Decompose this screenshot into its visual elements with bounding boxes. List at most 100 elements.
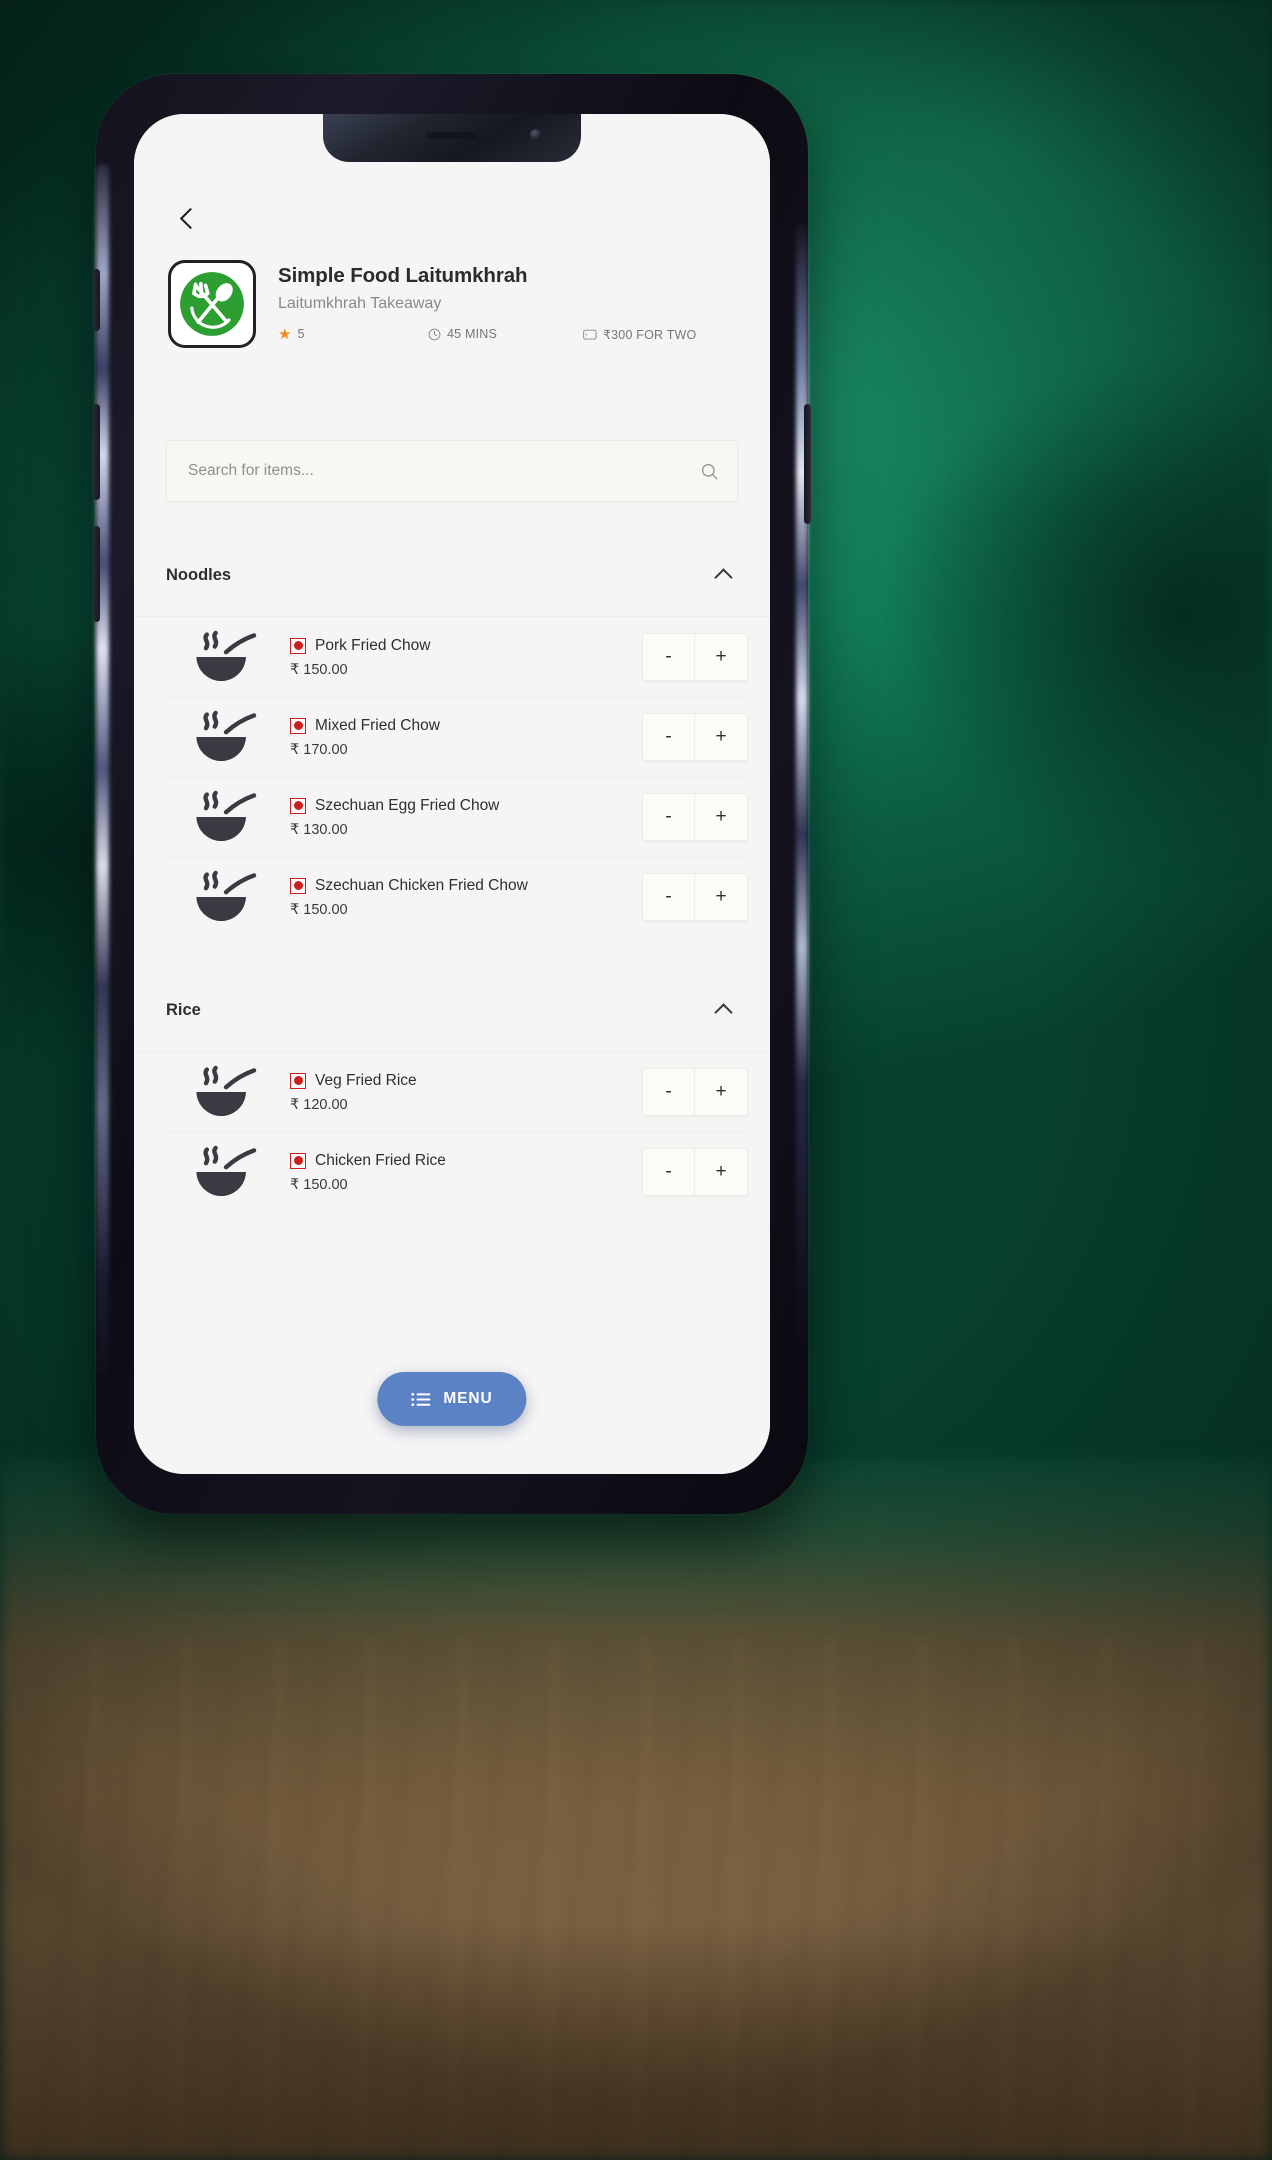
noodle-bowl-icon bbox=[196, 870, 257, 921]
wallet-icon bbox=[583, 329, 597, 340]
menu-fab-label: MENU bbox=[443, 1390, 493, 1407]
search-section bbox=[134, 348, 770, 502]
item-name: Veg Fried Rice bbox=[315, 1071, 417, 1089]
quantity-stepper[interactable]: - + bbox=[642, 1068, 748, 1116]
quantity-stepper[interactable]: - + bbox=[642, 793, 748, 841]
decrease-quantity-button[interactable]: - bbox=[643, 1149, 695, 1195]
restaurant-name: Simple Food Laitumkhrah bbox=[278, 264, 528, 287]
clock-icon bbox=[428, 328, 441, 340]
decrease-quantity-button[interactable]: - bbox=[643, 874, 695, 920]
menu-item-row[interactable]: Mixed Fried Chow ₹ 170.00 - + bbox=[134, 697, 770, 777]
increase-quantity-button[interactable]: + bbox=[695, 1149, 747, 1195]
screenshot-scene: Simple Food Laitumkhrah Laitumkhrah Take… bbox=[0, 0, 1272, 2160]
phone-device-frame: Simple Food Laitumkhrah Laitumkhrah Take… bbox=[93, 74, 811, 1514]
category-header-noodles[interactable]: Noodles bbox=[134, 502, 770, 592]
non-veg-icon bbox=[290, 877, 306, 894]
phone-button-volume-down bbox=[93, 526, 100, 622]
increase-quantity-button[interactable]: + bbox=[695, 634, 747, 680]
item-thumbnail bbox=[166, 708, 286, 766]
cost-for-two-value: ₹300 FOR TWO bbox=[603, 327, 697, 342]
item-name: Szechuan Egg Fried Chow bbox=[315, 796, 500, 814]
phone-button-power bbox=[804, 404, 811, 524]
item-thumbnail bbox=[166, 868, 286, 926]
phone-edge-highlight-right bbox=[796, 224, 808, 1354]
quantity-stepper[interactable]: - + bbox=[642, 713, 748, 761]
restaurant-header: Simple Food Laitumkhrah Laitumkhrah Take… bbox=[134, 238, 770, 348]
phone-edge-highlight-left bbox=[96, 164, 109, 1374]
menu-item-row[interactable]: Chicken Fried Rice ₹ 150.00 - + bbox=[134, 1132, 770, 1212]
noodle-bowl-icon bbox=[196, 1145, 257, 1196]
category-title: Noodles bbox=[166, 565, 232, 584]
item-name-row: Chicken Fried Rice bbox=[290, 1152, 632, 1170]
phone-button-silent bbox=[93, 269, 100, 331]
item-name: Chicken Fried Rice bbox=[315, 1151, 446, 1169]
search-input[interactable] bbox=[167, 462, 681, 480]
item-info: Mixed Fried Chow ₹ 170.00 bbox=[286, 717, 632, 758]
non-veg-icon bbox=[290, 637, 306, 654]
restaurant-subtitle: Laitumkhrah Takeaway bbox=[278, 294, 442, 312]
restaurant-logo bbox=[168, 260, 256, 348]
item-price: ₹ 170.00 bbox=[290, 741, 348, 758]
item-price: ₹ 150.00 bbox=[290, 1176, 348, 1193]
quantity-stepper[interactable]: - + bbox=[642, 633, 748, 681]
stat-rating: ★ 5 bbox=[278, 327, 428, 342]
item-thumbnail bbox=[166, 1143, 286, 1201]
non-veg-icon bbox=[290, 1152, 306, 1169]
item-name-row: Mixed Fried Chow bbox=[290, 717, 632, 735]
increase-quantity-button[interactable]: + bbox=[695, 874, 747, 920]
item-name: Mixed Fried Chow bbox=[315, 716, 440, 734]
non-veg-icon bbox=[290, 1072, 306, 1089]
menu-fab-button[interactable]: MENU bbox=[377, 1372, 527, 1426]
item-thumbnail bbox=[166, 1063, 286, 1121]
item-thumbnail bbox=[166, 628, 286, 686]
phone-notch bbox=[323, 114, 581, 162]
item-info: Szechuan Egg Fried Chow ₹ 130.00 bbox=[286, 797, 632, 838]
increase-quantity-button[interactable]: + bbox=[695, 714, 747, 760]
item-info: Veg Fried Rice ₹ 120.00 bbox=[286, 1072, 632, 1113]
chevron-up-icon bbox=[713, 568, 733, 587]
category-collapse-toggle[interactable] bbox=[706, 558, 740, 592]
decrease-quantity-button[interactable]: - bbox=[643, 1069, 695, 1115]
menu-item-row[interactable]: Szechuan Chicken Fried Chow ₹ 150.00 - + bbox=[134, 857, 770, 937]
stat-delivery-time: 45 MINS bbox=[428, 327, 583, 341]
list-icon bbox=[411, 1392, 431, 1406]
front-camera-icon bbox=[530, 129, 541, 140]
noodle-bowl-icon bbox=[196, 710, 257, 761]
decrease-quantity-button[interactable]: - bbox=[643, 714, 695, 760]
quantity-stepper[interactable]: - + bbox=[642, 873, 748, 921]
item-price: ₹ 150.00 bbox=[290, 901, 348, 918]
earpiece-speaker bbox=[426, 132, 478, 139]
item-info: Pork Fried Chow ₹ 150.00 bbox=[286, 637, 632, 678]
item-price: ₹ 120.00 bbox=[290, 1096, 348, 1113]
item-price: ₹ 150.00 bbox=[290, 661, 348, 678]
chevron-left-icon bbox=[179, 207, 202, 229]
menu-item-row[interactable]: Szechuan Egg Fried Chow ₹ 130.00 - + bbox=[134, 777, 770, 857]
category-rice: Rice Veg Fried Rice ₹ 120.00 - + Chicken… bbox=[134, 937, 770, 1212]
item-info: Chicken Fried Rice ₹ 150.00 bbox=[286, 1152, 632, 1193]
fork-spoon-logo-icon bbox=[180, 272, 244, 336]
menu-item-row[interactable]: Veg Fried Rice ₹ 120.00 - + bbox=[134, 1052, 770, 1132]
decrease-quantity-button[interactable]: - bbox=[643, 634, 695, 680]
item-name-row: Szechuan Chicken Fried Chow bbox=[290, 877, 632, 895]
item-name: Szechuan Chicken Fried Chow bbox=[315, 876, 528, 894]
increase-quantity-button[interactable]: + bbox=[695, 1069, 747, 1115]
category-collapse-toggle[interactable] bbox=[706, 993, 740, 1027]
quantity-stepper[interactable]: - + bbox=[642, 1148, 748, 1196]
noodle-bowl-icon bbox=[196, 790, 257, 841]
category-noodles: Noodles Pork Fried Chow ₹ 150.00 - + Mix… bbox=[134, 502, 770, 937]
item-price: ₹ 130.00 bbox=[290, 821, 348, 838]
item-info: Szechuan Chicken Fried Chow ₹ 150.00 bbox=[286, 877, 632, 918]
search-button[interactable] bbox=[681, 441, 737, 501]
back-button[interactable] bbox=[168, 198, 208, 238]
menu-item-row[interactable]: Pork Fried Chow ₹ 150.00 - + bbox=[134, 617, 770, 697]
increase-quantity-button[interactable]: + bbox=[695, 794, 747, 840]
item-name-row: Pork Fried Chow bbox=[290, 637, 632, 655]
search-box[interactable] bbox=[166, 440, 738, 502]
menu-scroll-area[interactable]: Noodles Pork Fried Chow ₹ 150.00 - + Mix… bbox=[134, 502, 770, 1212]
chevron-up-icon bbox=[713, 1003, 733, 1022]
non-veg-icon bbox=[290, 717, 306, 734]
decrease-quantity-button[interactable]: - bbox=[643, 794, 695, 840]
search-icon bbox=[701, 463, 717, 479]
food-ordering-app: Simple Food Laitumkhrah Laitumkhrah Take… bbox=[134, 114, 770, 1474]
category-header-rice[interactable]: Rice bbox=[134, 937, 770, 1027]
